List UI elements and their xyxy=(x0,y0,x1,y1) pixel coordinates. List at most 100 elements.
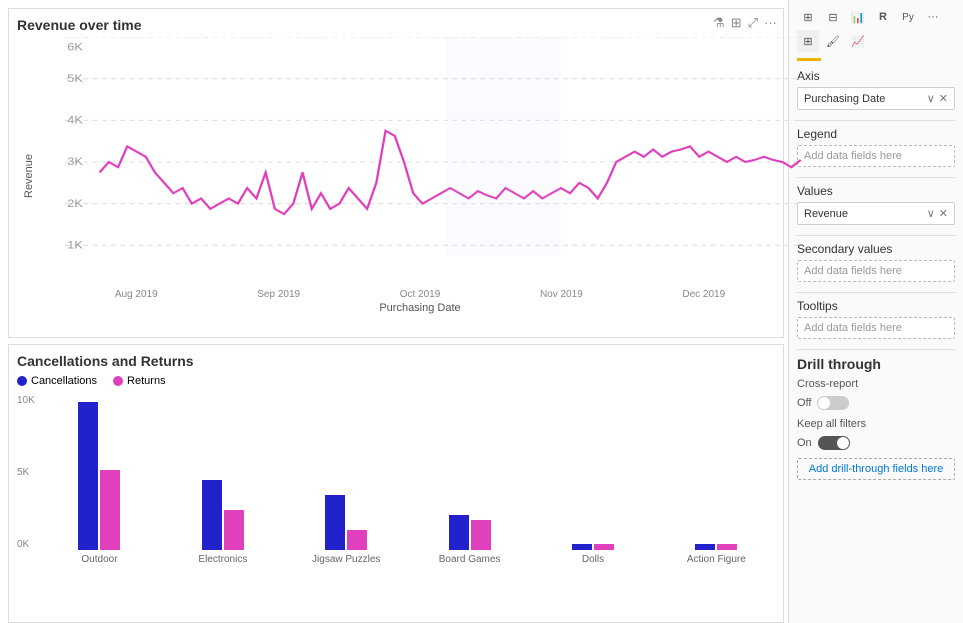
returns-dot xyxy=(113,376,123,386)
x-tick-nov: Nov 2019 xyxy=(540,289,583,300)
actionfigure-returns-bar xyxy=(717,544,737,550)
axis-field-controls: ∨ ✕ xyxy=(927,92,948,105)
tooltips-section: Tooltips Add data fields here xyxy=(797,299,955,339)
svg-text:3K: 3K xyxy=(67,155,83,168)
cross-report-knob xyxy=(818,397,830,409)
values-remove-icon[interactable]: ✕ xyxy=(939,207,948,220)
svg-text:4K: 4K xyxy=(67,113,83,126)
divider-3 xyxy=(797,235,955,236)
bar-x-labels: Outdoor Electronics Jigsaw Puzzles Board… xyxy=(41,554,775,565)
paint-icon[interactable]: 🖌 xyxy=(822,30,844,52)
keep-filters-label: Keep all filters xyxy=(797,418,866,430)
table-icon[interactable]: ⊞ xyxy=(797,6,819,28)
outdoor-returns-bar xyxy=(100,470,120,550)
dolls-cancellations-bar xyxy=(572,544,592,550)
electronics-cancellations-bar xyxy=(202,480,222,550)
drillthrough-section: Drill through Cross-report Off Keep all … xyxy=(797,356,955,480)
cross-report-toggle[interactable] xyxy=(817,396,849,410)
more-icons[interactable]: ··· xyxy=(922,6,944,28)
actionfigure-cancellations-bar xyxy=(695,544,715,550)
secondary-placeholder[interactable]: Add data fields here xyxy=(797,260,955,282)
axis-remove-icon[interactable]: ✕ xyxy=(939,92,948,105)
divider-5 xyxy=(797,349,955,350)
keep-filters-on-label: On xyxy=(797,437,812,449)
x-tick-dec: Dec 2019 xyxy=(682,289,725,300)
electronics-returns-bar xyxy=(224,510,244,550)
cross-report-label: Cross-report xyxy=(797,378,858,390)
right-panel: ⊞ ⊟ 📊 R Py ··· ⊞ 🖌 📈 Axis Purchasing Dat… xyxy=(788,0,963,623)
legend-returns: Returns xyxy=(113,375,166,387)
svg-text:1K: 1K xyxy=(67,238,83,251)
svg-text:5K: 5K xyxy=(67,71,83,84)
focus-icon[interactable]: ⊞ xyxy=(731,15,742,31)
axis-expand-icon[interactable]: ∨ xyxy=(927,92,935,105)
drill-title: Drill through xyxy=(797,356,955,372)
svg-text:6K: 6K xyxy=(67,40,83,53)
bar-group-actionfigure xyxy=(658,400,775,550)
axis-title: Axis xyxy=(797,69,955,83)
axis-field-value: Purchasing Date xyxy=(804,93,885,105)
chart-icon[interactable]: 📊 xyxy=(847,6,869,28)
y-tick-5k: 5K xyxy=(17,467,35,478)
more-icon[interactable]: ··· xyxy=(764,15,777,31)
legend-title: Legend xyxy=(797,127,955,141)
panel-icon-row-1: ⊞ ⊟ 📊 R Py ··· xyxy=(797,6,955,28)
chart-legend: Cancellations Returns xyxy=(17,375,775,387)
tooltips-title: Tooltips xyxy=(797,299,955,313)
jigsaw-returns-bar xyxy=(347,530,367,550)
add-drillthrough-button[interactable]: Add drill-through fields here xyxy=(797,458,955,480)
legend-cancellations: Cancellations xyxy=(17,375,97,387)
svg-text:2K: 2K xyxy=(67,196,83,209)
label-actionfigure: Action Figure xyxy=(658,554,775,565)
revenue-chart-title: Revenue over time xyxy=(17,17,142,33)
matrix-icon[interactable]: ⊟ xyxy=(822,6,844,28)
filter-icon[interactable]: ⚗ xyxy=(713,15,725,31)
divider-4 xyxy=(797,292,955,293)
y-axis-label: Revenue xyxy=(17,37,37,314)
cross-report-row: Cross-report xyxy=(797,378,955,390)
boardgames-returns-bar xyxy=(471,520,491,550)
revenue-chart: Revenue over time ⚗ ⊞ ⤢ ··· Revenue xyxy=(8,8,784,338)
keep-filters-knob xyxy=(837,437,849,449)
tooltips-placeholder[interactable]: Add data fields here xyxy=(797,317,955,339)
jigsaw-cancellations-bar xyxy=(325,495,345,550)
returns-label: Returns xyxy=(127,375,166,387)
keep-filters-row: Keep all filters xyxy=(797,418,955,430)
values-section: Values Revenue ∨ ✕ xyxy=(797,184,955,225)
secondary-values-section: Secondary values Add data fields here xyxy=(797,242,955,282)
divider-2 xyxy=(797,177,955,178)
y-tick-10k: 10K xyxy=(17,395,35,406)
values-title: Values xyxy=(797,184,955,198)
chart-toolbar: ⚗ ⊞ ⤢ ··· xyxy=(713,15,777,31)
bar-group-dolls xyxy=(534,400,651,550)
legend-placeholder[interactable]: Add data fields here xyxy=(797,145,955,167)
boardgames-cancellations-bar xyxy=(449,515,469,550)
cancellations-chart: Cancellations and Returns Cancellations … xyxy=(8,344,784,623)
axis-field-box[interactable]: Purchasing Date ∨ ✕ xyxy=(797,87,955,110)
legend-section: Legend Add data fields here xyxy=(797,127,955,167)
axis-section: Axis Purchasing Date ∨ ✕ xyxy=(797,69,955,110)
cancellations-dot xyxy=(17,376,27,386)
dolls-returns-bar xyxy=(594,544,614,550)
x-tick-oct: Oct 2019 xyxy=(400,289,441,300)
bar-chart-wrapper: 0K 5K 10K xyxy=(17,395,775,565)
x-tick-aug: Aug 2019 xyxy=(115,289,158,300)
label-boardgames: Board Games xyxy=(411,554,528,565)
divider-1 xyxy=(797,120,955,121)
bar-group-outdoor xyxy=(41,400,158,550)
py-icon[interactable]: Py xyxy=(897,6,919,28)
analytics-icon[interactable]: 📈 xyxy=(847,30,869,52)
x-tick-sep: Sep 2019 xyxy=(257,289,300,300)
x-axis-label: Purchasing Date xyxy=(65,302,775,314)
keep-filters-toggle[interactable] xyxy=(818,436,850,450)
label-dolls: Dolls xyxy=(534,554,651,565)
bar-groups xyxy=(41,395,775,550)
label-electronics: Electronics xyxy=(164,554,281,565)
values-expand-icon[interactable]: ∨ xyxy=(927,207,935,220)
values-field-controls: ∨ ✕ xyxy=(927,207,948,220)
expand-icon[interactable]: ⤢ xyxy=(748,15,758,31)
values-field-box[interactable]: Revenue ∨ ✕ xyxy=(797,202,955,225)
label-jigsaw: Jigsaw Puzzles xyxy=(288,554,405,565)
r-icon[interactable]: R xyxy=(872,6,894,28)
values-field-value: Revenue xyxy=(804,208,848,220)
